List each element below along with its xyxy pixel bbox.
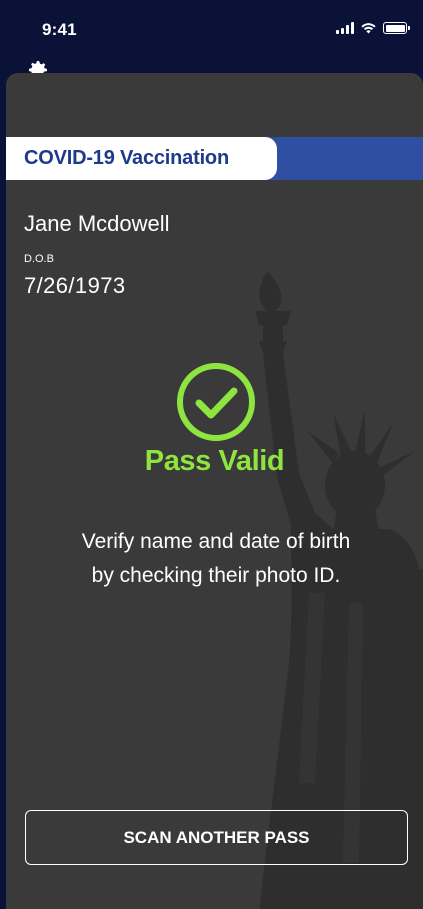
instructions-line-2: by checking their photo ID. bbox=[91, 564, 341, 587]
pass-status-text: Pass Valid bbox=[144, 445, 285, 477]
pass-type-title: COVID-19 Vaccination bbox=[24, 147, 229, 169]
cellular-signal-icon bbox=[336, 22, 354, 34]
dob-value: 7/26/1973 bbox=[24, 273, 126, 298]
check-circle-icon bbox=[177, 363, 255, 441]
verification-instructions: Verify name and date of birth by checkin… bbox=[26, 525, 406, 593]
battery-icon bbox=[383, 22, 410, 34]
status-icons bbox=[336, 22, 410, 34]
pass-result-sheet: COVID-19 Vaccination Jane Mcdowell D.O.B… bbox=[6, 73, 423, 909]
status-bar: 9:41 bbox=[0, 0, 423, 60]
instructions-line-1: Verify name and date of birth bbox=[81, 530, 351, 553]
holder-name: Jane Mcdowell bbox=[24, 211, 170, 236]
pass-type-banner: COVID-19 Vaccination bbox=[6, 137, 277, 180]
wifi-icon bbox=[361, 23, 376, 34]
scan-another-pass-button[interactable]: SCAN ANOTHER PASS bbox=[25, 810, 408, 865]
dob-label: D.O.B bbox=[24, 253, 54, 265]
pass-verification-screen: 9:41 COVID-19 Vaccination Jane Mcdowell … bbox=[0, 0, 423, 909]
status-time: 9:41 bbox=[42, 20, 77, 39]
